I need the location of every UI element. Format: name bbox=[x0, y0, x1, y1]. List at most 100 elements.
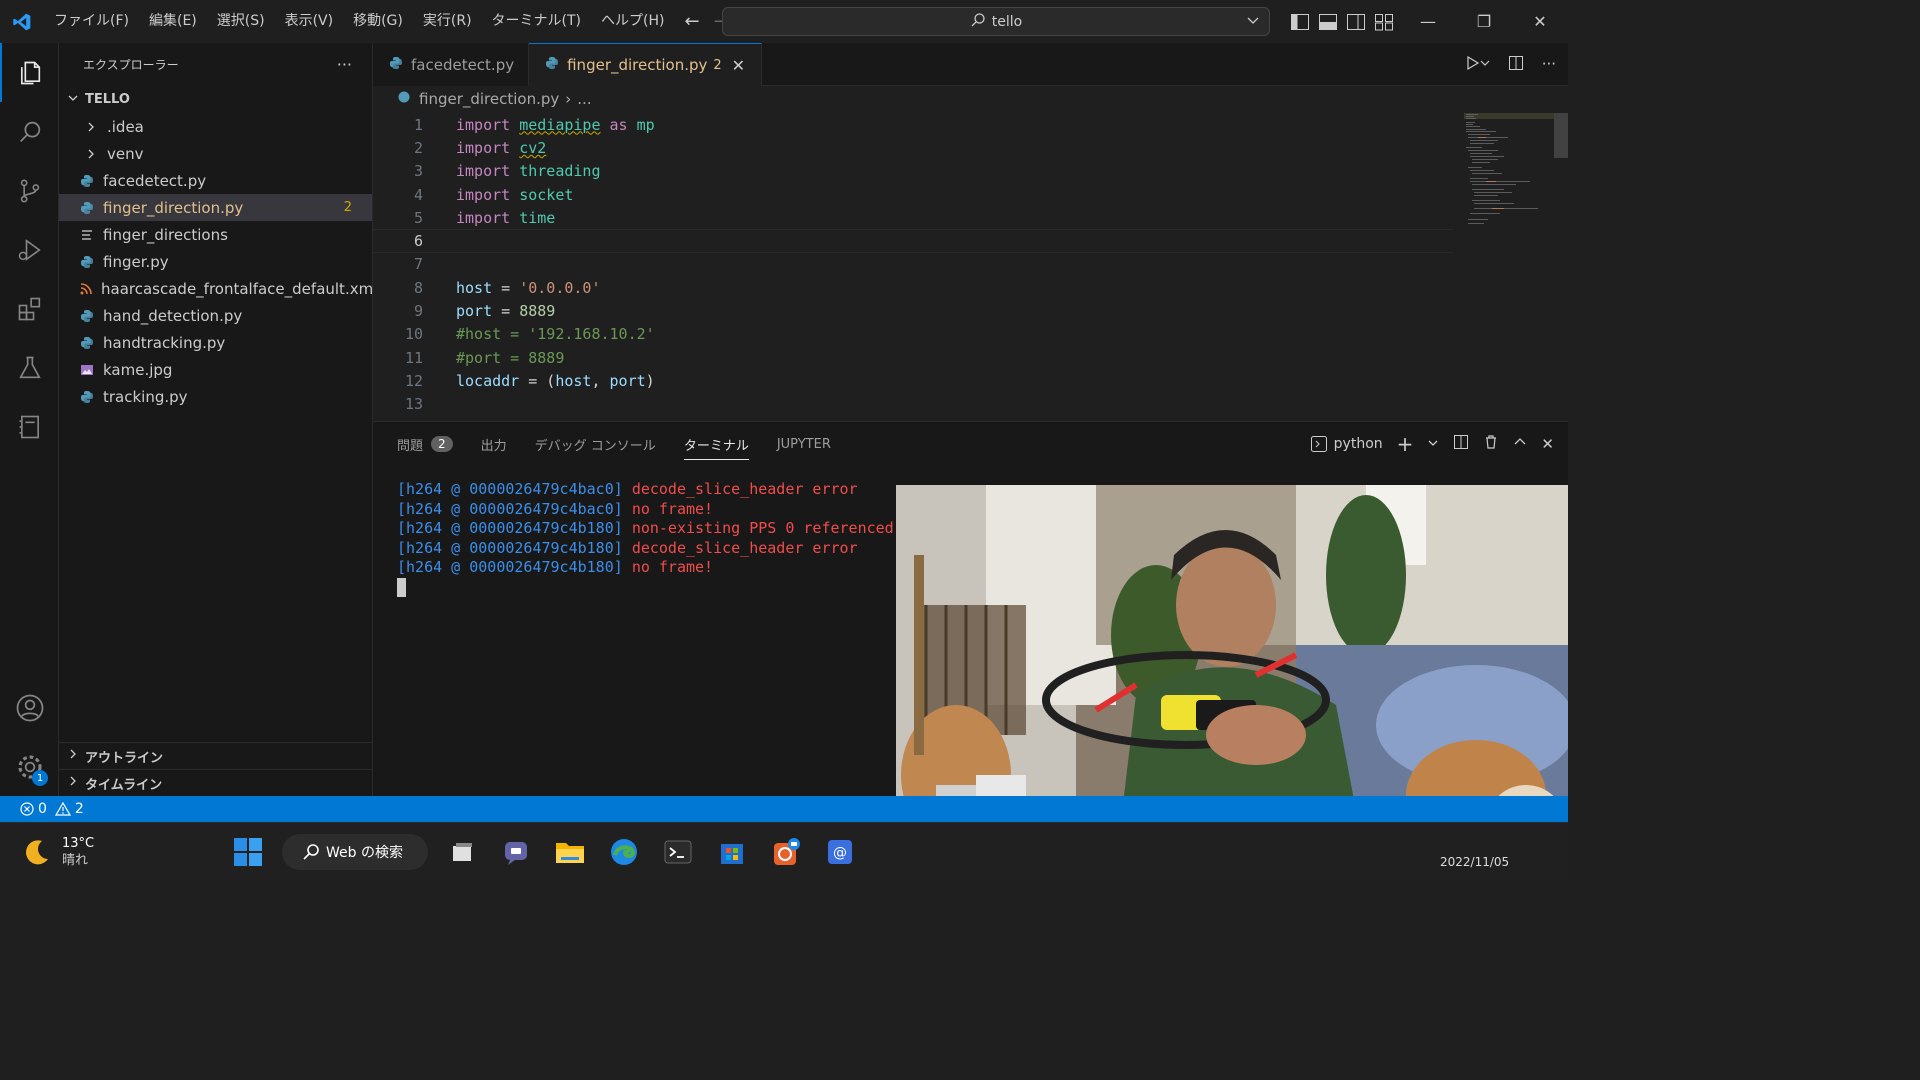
toggle-secondary-sidebar-icon[interactable] bbox=[1346, 13, 1366, 31]
store-button[interactable] bbox=[712, 832, 752, 872]
start-button[interactable] bbox=[228, 832, 268, 872]
code-line[interactable]: 1 import mediapipe as mp bbox=[373, 113, 1453, 136]
minimize-icon[interactable]: — bbox=[1400, 0, 1456, 43]
activity-explorer[interactable] bbox=[0, 43, 59, 102]
file-tree-item[interactable]: haarcascade_frontalface_default.xml bbox=[59, 275, 377, 302]
toggle-primary-sidebar-icon[interactable] bbox=[1290, 13, 1310, 31]
maximize-panel-icon[interactable] bbox=[1513, 435, 1527, 453]
split-editor-icon[interactable] bbox=[1508, 55, 1524, 75]
code-line[interactable]: 13 bbox=[373, 393, 1453, 416]
menu-view[interactable]: 表示(V) bbox=[275, 0, 344, 43]
file-tree-item[interactable]: finger_directions bbox=[59, 221, 372, 248]
code-line[interactable]: 10 #host = '192.168.10.2' bbox=[373, 323, 1453, 346]
command-center-search[interactable]: tello bbox=[722, 7, 1270, 36]
file-tree-item[interactable]: facedetect.py bbox=[59, 167, 372, 194]
code-line[interactable]: 4 import socket bbox=[373, 183, 1453, 206]
new-terminal-icon[interactable]: + bbox=[1397, 432, 1414, 456]
activity-extensions[interactable] bbox=[0, 279, 59, 338]
tab-jupyter[interactable]: JUPYTER bbox=[777, 422, 831, 466]
toggle-panel-icon[interactable] bbox=[1318, 13, 1338, 31]
code-line[interactable]: 6 bbox=[373, 229, 1453, 253]
menu-go[interactable]: 移動(G) bbox=[343, 0, 413, 43]
weather-widget[interactable]: 13°C 晴れ bbox=[22, 835, 94, 869]
editor-scrollbar[interactable] bbox=[1554, 113, 1568, 158]
activity-accounts[interactable] bbox=[0, 678, 59, 737]
breadcrumb-file[interactable]: finger_direction.py bbox=[419, 90, 559, 108]
code-line[interactable]: 12 locaddr = (host, port) bbox=[373, 369, 1453, 392]
restore-icon[interactable]: ❐ bbox=[1456, 0, 1512, 43]
tab-finger-direction[interactable]: finger_direction.py 2 ✕ bbox=[529, 43, 763, 86]
task-view-button[interactable] bbox=[442, 832, 482, 872]
activity-testing[interactable] bbox=[0, 338, 59, 397]
store-icon bbox=[721, 844, 743, 864]
breadcrumb-symbol[interactable]: ... bbox=[577, 90, 591, 108]
tab-debug-console[interactable]: デバッグ コンソール bbox=[535, 422, 656, 466]
more-actions-icon[interactable]: ··· bbox=[1542, 55, 1556, 75]
more-actions-icon[interactable]: ··· bbox=[337, 55, 352, 74]
close-window-icon[interactable]: ✕ bbox=[1512, 0, 1568, 43]
mail-app-button[interactable]: @ bbox=[820, 832, 860, 872]
edge-browser-button[interactable] bbox=[604, 832, 644, 872]
minimap[interactable] bbox=[1464, 113, 1554, 233]
code-line[interactable]: 11 #port = 8889 bbox=[373, 346, 1453, 369]
trash-icon[interactable] bbox=[1483, 434, 1499, 454]
menu-help[interactable]: ヘルプ(H) bbox=[591, 0, 674, 43]
code-line[interactable]: 2 import cv2 bbox=[373, 136, 1453, 159]
office-app-button[interactable] bbox=[766, 832, 806, 872]
file-tree-item[interactable]: finger.py bbox=[59, 248, 372, 275]
folder-root-tello[interactable]: TELLO bbox=[59, 86, 372, 113]
menu-selection[interactable]: 選択(S) bbox=[207, 0, 275, 43]
line-number: 1 bbox=[413, 115, 423, 134]
activity-notebook[interactable] bbox=[0, 397, 59, 456]
taskbar-search[interactable]: Web の検索 bbox=[282, 834, 428, 870]
split-terminal-icon[interactable] bbox=[1453, 434, 1469, 454]
code-line[interactable]: 8 host = '0.0.0.0' bbox=[373, 276, 1453, 299]
tab-facedetect[interactable]: facedetect.py bbox=[373, 43, 530, 86]
menu-run[interactable]: 実行(R) bbox=[413, 0, 482, 43]
menu-terminal[interactable]: ターミナル(T) bbox=[482, 0, 591, 43]
activity-settings[interactable]: 1 bbox=[0, 737, 59, 796]
code-line[interactable]: 3 import threading bbox=[373, 160, 1453, 183]
file-tree-item[interactable]: hand_detection.py bbox=[59, 302, 372, 329]
menu-file[interactable]: ファイル(F) bbox=[44, 0, 139, 43]
run-python-icon[interactable] bbox=[1464, 55, 1490, 75]
tab-problems[interactable]: 問題 2 bbox=[397, 422, 453, 466]
file-tree-item[interactable]: finger_direction.py 2 bbox=[59, 194, 372, 221]
file-tree-item[interactable]: kame.jpg bbox=[59, 356, 372, 383]
code-token: threading bbox=[519, 162, 601, 181]
menu-edit[interactable]: 編集(E) bbox=[139, 0, 207, 43]
code-line[interactable]: 9 port = 8889 bbox=[373, 299, 1453, 322]
tab-terminal[interactable]: ターミナル bbox=[683, 422, 749, 466]
code-editor[interactable]: 1 import mediapipe as mp 2 import cv2 3 impor… bbox=[373, 113, 1453, 416]
close-panel-icon[interactable]: ✕ bbox=[1541, 435, 1554, 453]
close-tab-icon[interactable]: ✕ bbox=[732, 56, 745, 75]
terminal-selector[interactable]: python bbox=[1310, 435, 1383, 453]
rss-xml-file-icon bbox=[79, 281, 93, 297]
python-file-icon bbox=[389, 56, 403, 74]
tab-label: JUPYTER bbox=[776, 436, 831, 452]
chevron-down-icon[interactable] bbox=[1245, 12, 1261, 32]
breadcrumb: finger_direction.py › ... bbox=[373, 86, 1568, 112]
terminal-name: python bbox=[1333, 436, 1383, 452]
tab-output[interactable]: 出力 bbox=[481, 422, 507, 466]
file-tree-item[interactable]: venv bbox=[59, 140, 372, 167]
timeline-section[interactable]: タイムライン bbox=[59, 769, 373, 796]
teams-chat-button[interactable] bbox=[496, 832, 536, 872]
file-tree-item[interactable]: tracking.py bbox=[59, 383, 372, 410]
problems-status[interactable]: 0 2 bbox=[20, 801, 84, 817]
activity-run-debug[interactable] bbox=[0, 220, 59, 279]
activity-search[interactable] bbox=[0, 102, 59, 161]
file-tree-item[interactable]: handtracking.py bbox=[59, 329, 372, 356]
activity-source-control[interactable] bbox=[0, 161, 59, 220]
code-line[interactable]: 5 import time bbox=[373, 206, 1453, 229]
file-name: haarcascade_frontalface_default.xml bbox=[101, 279, 378, 298]
terminal-app-button[interactable] bbox=[658, 832, 698, 872]
back-arrow-icon[interactable]: ← bbox=[684, 11, 699, 32]
terminal-output[interactable]: [h264 @ 0000026479c4bac0] decode_slice_h… bbox=[397, 480, 894, 598]
chevron-down-icon[interactable] bbox=[1427, 435, 1439, 453]
customize-layout-icon[interactable] bbox=[1374, 13, 1394, 31]
code-line[interactable]: 7 bbox=[373, 253, 1453, 276]
file-tree-item[interactable]: .idea bbox=[59, 113, 372, 140]
file-explorer-button[interactable] bbox=[550, 832, 590, 872]
outline-section[interactable]: アウトライン bbox=[59, 742, 373, 769]
